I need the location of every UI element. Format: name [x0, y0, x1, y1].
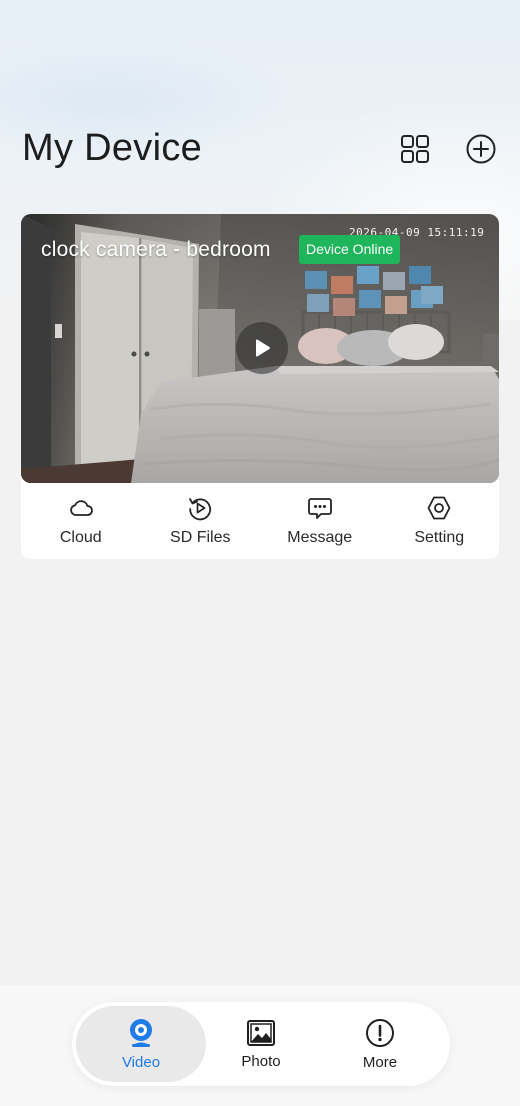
- settings-icon: [426, 495, 452, 521]
- play-icon: [256, 339, 270, 357]
- photo-icon: [247, 1019, 275, 1046]
- cloud-button[interactable]: Cloud: [21, 483, 141, 559]
- device-name: clock camera - bedroom: [41, 238, 271, 261]
- sd-files-label: SD Files: [170, 529, 231, 546]
- tab-more[interactable]: More: [315, 1006, 445, 1082]
- tab-photo-label: Photo: [241, 1052, 281, 1070]
- add-circle-icon: [466, 134, 496, 164]
- device-card: 2026-04-09 15:11:19 clock camera - bedro…: [21, 214, 499, 559]
- add-device-button[interactable]: [464, 132, 498, 166]
- message-icon: [307, 495, 333, 521]
- cloud-icon: [68, 495, 94, 521]
- play-button[interactable]: [236, 322, 288, 374]
- grid-view-icon: [401, 135, 429, 163]
- info-icon: [366, 1018, 394, 1047]
- status-badge: Device Online: [299, 235, 401, 264]
- tab-more-label: More: [362, 1053, 398, 1071]
- message-label: Message: [287, 529, 353, 546]
- cloud-label: Cloud: [59, 529, 102, 546]
- setting-button[interactable]: Setting: [380, 483, 500, 559]
- tab-video-label: Video: [121, 1053, 161, 1071]
- message-button[interactable]: Message: [260, 483, 380, 559]
- camera-preview[interactable]: 2026-04-09 15:11:19 clock camera - bedro…: [21, 214, 499, 483]
- replay-icon: [187, 495, 213, 521]
- page-header: My Device: [0, 120, 520, 180]
- page-title: My Device: [22, 127, 203, 169]
- tab-video[interactable]: Video: [76, 1006, 206, 1082]
- grid-view-button[interactable]: [398, 132, 432, 166]
- webcam-icon: [130, 1018, 152, 1047]
- tab-photo[interactable]: Photo: [196, 1006, 326, 1082]
- bottom-tab-bar: Video Photo More: [72, 1002, 450, 1086]
- sd-files-button[interactable]: SD Files: [141, 483, 261, 559]
- setting-label: Setting: [414, 529, 465, 546]
- device-actions: Cloud SD Files Message Setting: [21, 483, 499, 559]
